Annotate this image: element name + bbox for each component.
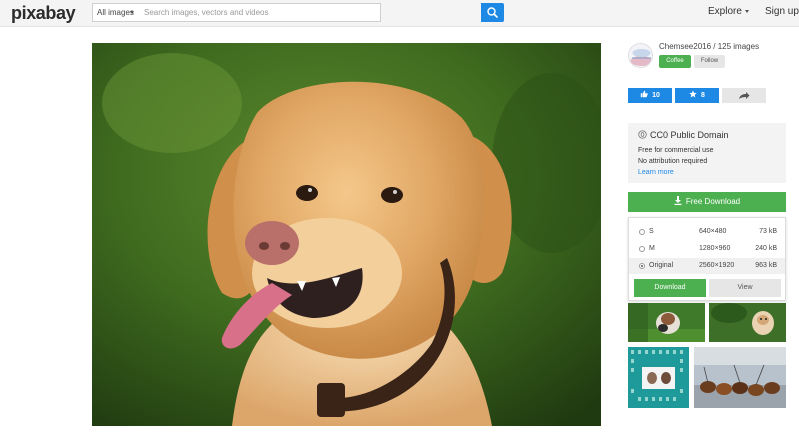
free-download-button[interactable]: Free Download [628, 192, 786, 212]
download-option-m[interactable]: M 1280×960 240 kB [629, 241, 785, 257]
search-category-dropdown[interactable]: All images [92, 3, 139, 22]
search-button[interactable] [481, 3, 504, 22]
download-options-panel: S 640×480 73 kB M 1280×960 240 kB Origin… [628, 217, 786, 301]
search-input[interactable]: Search images, vectors and videos [138, 3, 381, 22]
search-category-label: All images [97, 8, 134, 17]
related-thumbnail[interactable] [628, 303, 705, 342]
like-count: 10 [652, 92, 660, 99]
chevron-down-icon [744, 9, 749, 13]
license-box: CC0 Public Domain Free for commercial us… [628, 123, 786, 183]
related-thumbnail[interactable] [628, 347, 689, 408]
related-thumbnail[interactable] [709, 303, 786, 342]
license-title-text: CC0 Public Domain [650, 130, 729, 140]
option-dimensions: 1280×960 [699, 245, 731, 252]
radio-button-selected[interactable] [639, 263, 645, 269]
download-icon [674, 196, 682, 205]
star-icon [689, 90, 697, 98]
search-bar: All images Search images, vectors and vi… [92, 3, 504, 22]
author-name[interactable]: Chemsee2016 / 125 images [659, 42, 759, 51]
top-header: pixabay All images Search images, vector… [0, 0, 799, 27]
like-button[interactable]: 10 [628, 88, 672, 103]
learn-more-link[interactable]: Learn more [638, 169, 674, 176]
explore-label: Explore [708, 6, 742, 17]
explore-menu[interactable]: Explore [708, 6, 749, 17]
option-filesize: 73 kB [759, 228, 777, 235]
thumbnail-image [628, 347, 689, 408]
chevron-down-icon [130, 11, 134, 14]
follow-button[interactable]: Follow [694, 55, 725, 68]
related-thumbnail[interactable] [694, 347, 786, 408]
radio-button[interactable] [639, 246, 645, 252]
download-option-s[interactable]: S 640×480 73 kB [629, 224, 785, 240]
option-size: M [649, 245, 655, 252]
view-button[interactable]: View [709, 279, 781, 297]
option-filesize: 240 kB [755, 245, 777, 252]
share-arrow-icon [739, 92, 750, 99]
cc0-icon [638, 130, 647, 139]
thumbnail-image [694, 347, 786, 408]
download-option-original[interactable]: Original 2560×1920 963 kB [629, 258, 785, 274]
option-size: S [649, 228, 654, 235]
search-icon [487, 7, 498, 18]
author-avatar[interactable] [628, 43, 653, 68]
dog-photo [92, 43, 601, 426]
download-button[interactable]: Download [634, 279, 706, 297]
signup-link[interactable]: Sign up [765, 6, 799, 17]
main-photo[interactable] [92, 43, 601, 426]
thumbnail-image [709, 303, 786, 342]
pixabay-logo[interactable]: pixabay [11, 3, 76, 24]
free-download-label: Free Download [685, 197, 741, 206]
share-button[interactable] [722, 88, 766, 103]
favorite-count: 8 [701, 92, 705, 99]
license-title: CC0 Public Domain [638, 130, 729, 140]
license-commercial: Free for commercial use [638, 147, 714, 154]
option-size: Original [649, 262, 674, 269]
thumbnail-image [628, 303, 705, 342]
avatar-image [629, 44, 652, 67]
license-attribution: No attribution required [638, 158, 708, 165]
thumbs-up-icon [640, 90, 648, 98]
option-dimensions: 640×480 [699, 228, 727, 235]
option-dimensions: 2560×1920 [699, 262, 735, 269]
radio-button[interactable] [639, 229, 645, 235]
coffee-button[interactable]: Coffee [659, 55, 691, 68]
option-filesize: 963 kB [755, 262, 777, 269]
favorite-button[interactable]: 8 [675, 88, 719, 103]
